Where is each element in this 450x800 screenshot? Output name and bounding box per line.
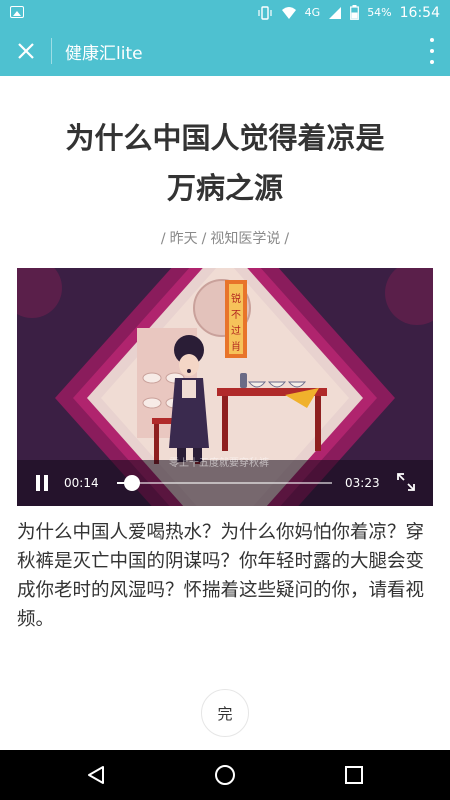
article-title-line2: 万病之源	[166, 171, 283, 205]
svg-text:锐: 锐	[231, 292, 241, 305]
home-button[interactable]	[213, 763, 237, 787]
done-button[interactable]: 完	[201, 689, 249, 737]
meta-separator: /	[160, 231, 166, 247]
wifi-icon	[281, 6, 296, 19]
app-title: 健康汇lite	[65, 44, 143, 64]
close-button[interactable]	[12, 37, 40, 65]
svg-text:不: 不	[231, 310, 241, 321]
meta-separator: /	[201, 231, 207, 247]
home-circle-icon	[215, 765, 235, 785]
current-time: 00:14	[64, 476, 99, 490]
close-icon	[18, 43, 34, 59]
more-options-button[interactable]	[428, 38, 436, 64]
image-notification-icon	[10, 6, 24, 18]
fullscreen-button[interactable]	[395, 471, 417, 493]
network-type: 4G	[304, 6, 321, 19]
svg-text:肖: 肖	[231, 340, 241, 353]
meta-separator: /	[284, 231, 290, 247]
status-bar: 4G 54% 16:54	[0, 0, 450, 25]
article-title-line1: 为什么中国人觉得着凉是	[65, 121, 385, 155]
vibrate-icon	[258, 5, 272, 20]
video-player[interactable]: 锐 不 过 肖 00:14 零上十五度就要穿秋裤 03:23	[17, 268, 433, 506]
article-body: 为什么中国人爱喝热水？为什么你妈怕你着凉？穿秋裤是灭亡中国的阴谋吗？你年轻时露的…	[17, 522, 425, 630]
meta-date: 昨天	[169, 231, 198, 247]
article-title: 为什么中国人觉得着凉是 万病之源	[20, 113, 430, 213]
meta-source[interactable]: 视知医学说	[210, 231, 280, 247]
video-subtitle: 零上十五度就要穿秋裤	[169, 458, 269, 469]
recents-button[interactable]	[342, 763, 366, 787]
recents-square-icon	[345, 766, 363, 784]
pause-button[interactable]	[35, 475, 49, 491]
svg-text:过: 过	[231, 324, 241, 337]
status-icons: 4G 54% 16:54	[257, 0, 440, 25]
clock: 16:54	[399, 4, 440, 21]
seek-thumb[interactable]	[124, 475, 141, 491]
battery-icon	[350, 5, 360, 20]
article-meta: / 昨天 / 视知医学说 /	[0, 228, 450, 248]
more-vert-icon	[430, 38, 434, 42]
system-nav-bar	[0, 750, 450, 800]
fullscreen-icon	[397, 473, 415, 491]
signal-icon	[329, 6, 342, 19]
duration: 03:23	[345, 476, 380, 490]
app-bar-divider	[51, 38, 52, 64]
video-controls: 00:14 零上十五度就要穿秋裤 03:23	[17, 458, 433, 506]
app-bar: 健康汇lite	[0, 25, 450, 76]
back-button[interactable]	[84, 763, 108, 787]
battery-percent: 54%	[367, 6, 392, 19]
seek-bar[interactable]	[117, 475, 332, 491]
back-triangle-icon	[88, 766, 104, 784]
